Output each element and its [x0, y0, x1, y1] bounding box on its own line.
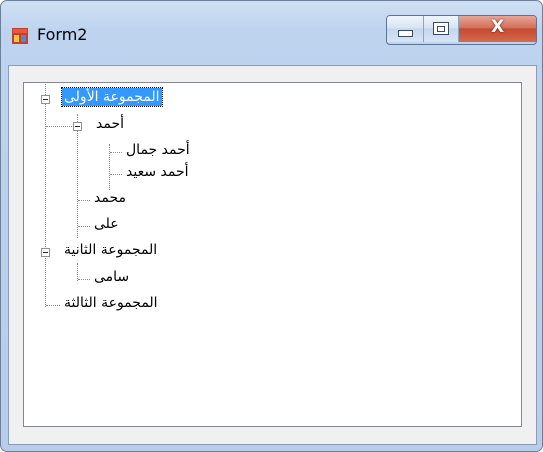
- tree-view[interactable]: المجموعة الأولى أحمد أحمد جمال أحمد سعيد: [23, 82, 522, 427]
- tree-line: [78, 226, 90, 227]
- tree-node-group-3[interactable]: المجموعة الثالثة: [24, 294, 264, 318]
- tree-node-label[interactable]: أحمد جمال: [124, 141, 192, 159]
- tree-node-label[interactable]: محمد: [92, 189, 128, 207]
- collapse-minus-icon[interactable]: [41, 248, 50, 257]
- collapse-minus-icon[interactable]: [73, 122, 82, 131]
- tree-node-label[interactable]: على: [92, 215, 121, 233]
- collapse-minus-icon[interactable]: [41, 95, 50, 104]
- tree-node-group-2[interactable]: المجموعة الثانية: [24, 241, 264, 265]
- tree-node-ali[interactable]: على: [24, 215, 264, 239]
- tree-line: [78, 200, 90, 201]
- tree-line: [46, 126, 72, 127]
- window-title: Form2: [37, 25, 88, 44]
- maximize-button[interactable]: [424, 16, 459, 42]
- form-window: Form2 X المجموعة الأولى أحمد أحمد جمال أ…: [0, 0, 543, 452]
- tree-node-label[interactable]: أحمد سعيد: [124, 163, 191, 181]
- tree-node-samy[interactable]: سامى: [24, 268, 264, 292]
- close-icon: X: [490, 17, 505, 37]
- tree-node-label[interactable]: المجموعة الثالثة: [62, 294, 160, 312]
- tree-line: [110, 152, 122, 153]
- tree-node-mohamed[interactable]: محمد: [24, 189, 264, 213]
- tree-node-label[interactable]: أحمد: [94, 115, 126, 133]
- tree-node-group-1[interactable]: المجموعة الأولى: [24, 87, 264, 112]
- tree-line: [110, 174, 122, 175]
- tree-node-label[interactable]: المجموعة الأولى: [61, 87, 163, 107]
- tree-line: [78, 279, 90, 280]
- minimize-button[interactable]: [387, 16, 424, 42]
- form-client-area: المجموعة الأولى أحمد أحمد جمال أحمد سعيد: [8, 65, 537, 445]
- title-bar[interactable]: Form2 X: [1, 1, 542, 63]
- tree-line: [46, 305, 60, 306]
- tree-node-ahmed-gamal[interactable]: أحمد جمال: [24, 141, 264, 165]
- tree-node-label[interactable]: سامى: [92, 268, 131, 286]
- form-app-icon: [12, 28, 28, 44]
- tree-node-ahmed[interactable]: أحمد: [24, 115, 264, 139]
- maximize-icon: [433, 22, 449, 35]
- tree-node-label[interactable]: المجموعة الثانية: [62, 241, 159, 259]
- caption-buttons: X: [386, 15, 537, 45]
- tree-node-ahmed-saeed[interactable]: أحمد سعيد: [24, 163, 264, 187]
- close-button[interactable]: X: [459, 16, 536, 42]
- minimize-icon: [398, 30, 413, 37]
